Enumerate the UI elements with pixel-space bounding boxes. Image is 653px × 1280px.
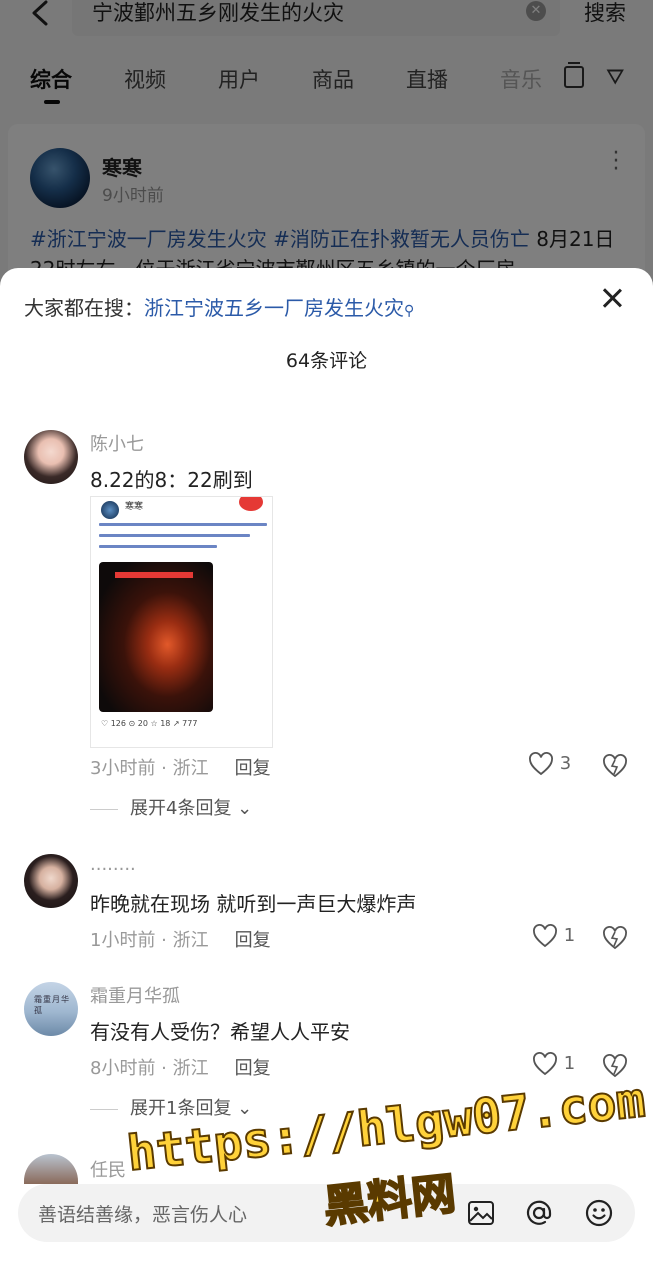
avatar[interactable] bbox=[24, 430, 78, 484]
like-button[interactable]: 1 bbox=[532, 924, 575, 948]
expand-label: 展开1条回复 bbox=[130, 1098, 232, 1119]
comment-time-location: 3小时前 · 浙江 bbox=[90, 758, 209, 779]
search-icon: ⚲ bbox=[404, 303, 415, 319]
comment-time-location: 1小时前 · 浙江 bbox=[90, 930, 209, 951]
comment-author[interactable]: 陈小七 bbox=[90, 430, 144, 456]
emoji-icon[interactable] bbox=[584, 1198, 614, 1228]
thumb-red-badge bbox=[239, 497, 263, 511]
like-button[interactable]: 3 bbox=[528, 752, 571, 776]
comment-sheet: 大家都在搜：浙江宁波五乡一厂房发生火灾⚲ 64条评论 陈小七 8.22的8：22… bbox=[0, 268, 653, 1280]
like-button[interactable]: 1 bbox=[532, 1052, 575, 1076]
comment-text[interactable]: 昨晚就在现场 就听到一声巨大爆炸声 bbox=[90, 888, 416, 917]
comment-time-location: 8小时前 · 浙江 bbox=[90, 1058, 209, 1079]
comment-author[interactable]: 霜重月华孤 bbox=[90, 982, 180, 1008]
dislike-icon[interactable] bbox=[602, 1054, 628, 1078]
avatar[interactable] bbox=[24, 1154, 78, 1184]
hot-search-link[interactable]: 浙江宁波五乡一厂房发生火灾 bbox=[144, 296, 404, 320]
hot-search: 大家都在搜：浙江宁波五乡一厂房发生火灾⚲ bbox=[24, 292, 414, 321]
comment-author[interactable]: ........ bbox=[90, 854, 136, 875]
avatar[interactable] bbox=[24, 854, 78, 908]
comment-meta: 1小时前 · 浙江 回复 bbox=[90, 926, 271, 952]
mention-icon[interactable] bbox=[524, 1198, 554, 1228]
thumb-author: 寒寒 bbox=[125, 502, 144, 512]
hot-search-label: 大家都在搜： bbox=[24, 296, 144, 320]
heart-icon bbox=[533, 1052, 557, 1076]
expand-replies[interactable]: 展开4条回复 ⌄ bbox=[90, 794, 252, 820]
like-count: 1 bbox=[563, 925, 576, 946]
like-count: 3 bbox=[559, 753, 572, 774]
thumb-text-lines bbox=[99, 523, 267, 556]
dislike-icon[interactable] bbox=[602, 926, 628, 950]
avatar-text: 霜重月华孤 bbox=[34, 995, 70, 1015]
previous-comment-cutoff bbox=[128, 373, 248, 381]
reply-button[interactable]: 回复 bbox=[235, 1058, 271, 1079]
comment-image[interactable]: 寒寒 ♡ 126 ⊙ 20 ☆ 18 ↗ 777 bbox=[90, 496, 273, 748]
close-icon[interactable] bbox=[598, 284, 626, 312]
comment-count: 64条评论 bbox=[285, 350, 368, 372]
thumb-avatar bbox=[101, 501, 119, 519]
thumb-stats: ♡ 126 ⊙ 20 ☆ 18 ↗ 777 bbox=[101, 719, 198, 728]
image-icon[interactable] bbox=[466, 1198, 496, 1228]
comment-meta: 8小时前 · 浙江 回复 bbox=[90, 1054, 271, 1080]
comment-author[interactable]: 任民 bbox=[90, 1156, 126, 1182]
expand-label: 展开4条回复 bbox=[130, 798, 232, 819]
comment-input[interactable]: 善语结善缘，恶言伤人心 bbox=[18, 1184, 635, 1242]
heart-icon bbox=[529, 752, 553, 776]
thumb-video bbox=[99, 562, 213, 712]
like-count: 1 bbox=[563, 1053, 576, 1074]
reply-button[interactable]: 回复 bbox=[235, 930, 271, 951]
comment-text[interactable]: 有没有人受伤？希望人人平安 bbox=[90, 1016, 350, 1045]
reply-button[interactable]: 回复 bbox=[235, 758, 271, 779]
dislike-icon[interactable] bbox=[602, 754, 628, 778]
overlay-dim[interactable] bbox=[0, 0, 653, 300]
expand-replies[interactable]: 展开1条回复 ⌄ bbox=[90, 1094, 252, 1120]
comment-input-placeholder: 善语结善缘，恶言伤人心 bbox=[38, 1204, 248, 1226]
comment-text[interactable]: 8.22的8：22刷到 bbox=[90, 464, 253, 493]
comment-meta: 3小时前 · 浙江 回复 bbox=[90, 754, 271, 780]
avatar[interactable]: 霜重月华孤 bbox=[24, 982, 78, 1036]
heart-icon bbox=[533, 924, 557, 948]
